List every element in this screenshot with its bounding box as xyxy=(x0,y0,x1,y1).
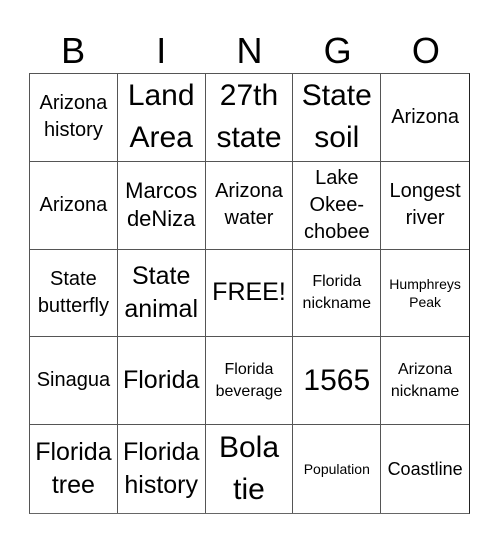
bingo-cell[interactable]: Florida xyxy=(117,337,206,426)
bingo-cell[interactable]: Land Area xyxy=(117,74,206,162)
bingo-cell-text: Coastline xyxy=(387,459,463,480)
free-space-cell[interactable]: FREE! xyxy=(205,249,294,338)
bingo-cell[interactable]: Arizona xyxy=(381,74,469,162)
bingo-cell[interactable]: Florida nickname xyxy=(293,249,382,338)
bingo-cell[interactable]: Arizona history xyxy=(30,74,118,162)
bingo-cell-text: 27th state xyxy=(216,79,282,155)
bingo-cell[interactable]: Sinagua xyxy=(30,337,118,426)
header-letter-i: I xyxy=(156,30,167,71)
bingo-cell-text: Land Area xyxy=(127,79,195,155)
bingo-cell[interactable]: Arizona water xyxy=(205,161,294,250)
bingo-cell[interactable]: 27th state xyxy=(205,74,294,162)
bingo-cell[interactable]: State soil xyxy=(293,74,382,162)
bingo-cell-text: Lake Okee- chobee xyxy=(303,166,370,243)
bingo-cell-text: Arizona nickname xyxy=(390,360,460,400)
bingo-header: B I N G O xyxy=(29,28,470,73)
bingo-cell[interactable]: Arizona xyxy=(30,161,118,250)
bingo-cell-text: State soil xyxy=(301,79,372,155)
bingo-cell[interactable]: Florida history xyxy=(118,425,206,513)
bingo-cell[interactable]: State butterfly xyxy=(30,249,118,338)
bingo-card-grid: Arizona history Land Area 27th state State … xyxy=(29,73,470,514)
bingo-cell[interactable]: 1565 xyxy=(293,337,382,426)
bingo-cell[interactable]: Population xyxy=(293,425,382,513)
bingo-cell[interactable]: State animal xyxy=(117,249,206,338)
bingo-cell-text: Population xyxy=(303,461,370,478)
bingo-cell-text: Marcos deNiza xyxy=(125,178,198,232)
bingo-cell[interactable]: Arizona nickname xyxy=(381,337,469,426)
bingo-cell[interactable]: Lake Okee- chobee xyxy=(293,161,382,250)
bingo-cell[interactable]: Bola tie xyxy=(206,425,294,513)
bingo-cell-text: FREE! xyxy=(212,278,286,307)
bingo-cell-text: State animal xyxy=(124,261,199,323)
bingo-cell-text: State butterfly xyxy=(37,267,109,317)
bingo-cell[interactable]: Longest river xyxy=(381,162,469,250)
bingo-cell-text: Longest river xyxy=(389,180,461,230)
bingo-cell-text: Arizona history xyxy=(39,92,108,142)
bingo-cell-text: Florida history xyxy=(122,438,200,500)
bingo-cell[interactable]: Coastline xyxy=(381,425,469,513)
header-letter-o: O xyxy=(411,30,440,71)
bingo-cell-text: Sinagua xyxy=(36,369,111,392)
bingo-cell-text: Florida tree xyxy=(35,438,112,500)
header-letter-b: B xyxy=(61,30,86,71)
bingo-cell[interactable]: Marcos deNiza xyxy=(117,161,206,250)
bingo-cell-text: Bola tie xyxy=(218,431,280,507)
bingo-cell[interactable]: Florida beverage xyxy=(205,337,294,426)
bingo-cell-text: 1565 xyxy=(303,363,371,397)
bingo-cell-text: Humphreys Peak xyxy=(389,275,461,310)
bingo-cell-text: Arizona xyxy=(39,193,108,216)
header-letter-n: N xyxy=(236,30,263,71)
bingo-cell-text: Arizona water xyxy=(215,180,283,230)
bingo-cell-text: Florida xyxy=(122,366,200,395)
bingo-cell-text: Arizona xyxy=(391,105,459,128)
bingo-cell-text: Florida nickname xyxy=(302,272,372,312)
bingo-cell-text: Florida beverage xyxy=(215,360,283,400)
bingo-cell[interactable]: Humphreys Peak xyxy=(381,250,469,338)
bingo-cell[interactable]: Florida tree xyxy=(30,425,118,513)
header-letter-g: G xyxy=(323,30,352,71)
